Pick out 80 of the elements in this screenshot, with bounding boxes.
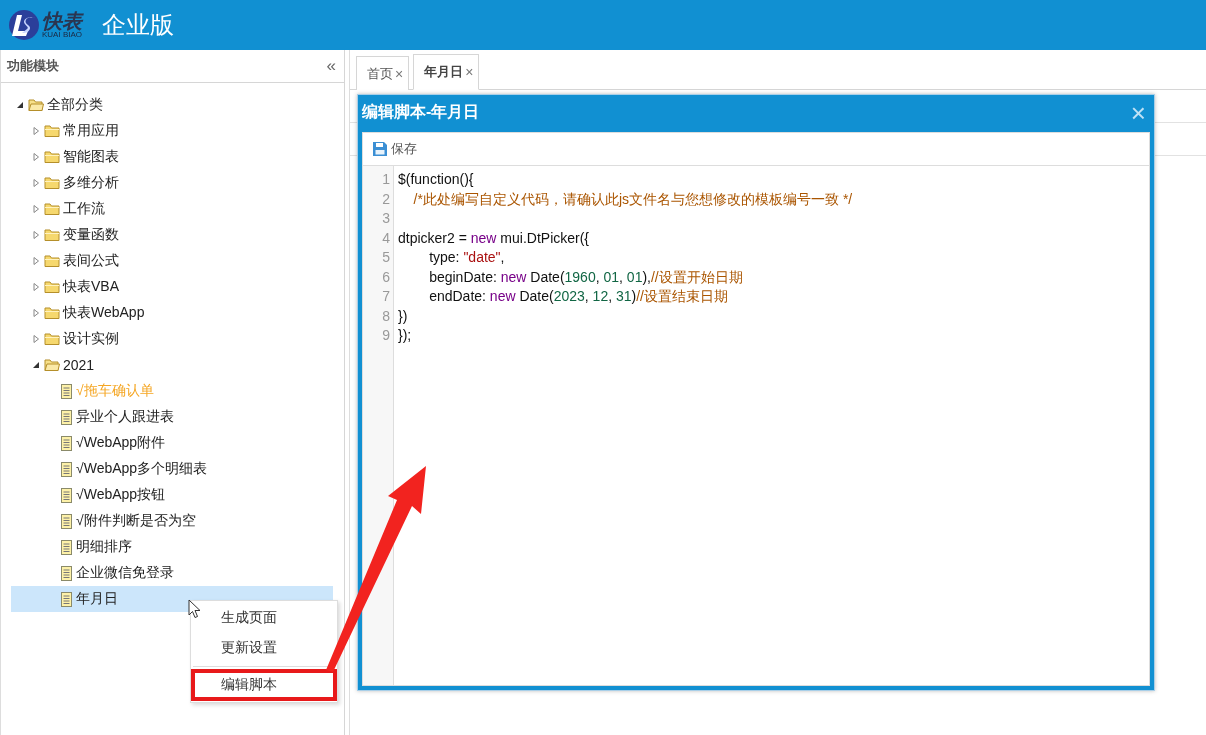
folder-icon (28, 98, 44, 112)
logo-subtext: KUAI BIAO (42, 31, 82, 39)
folder-icon (44, 202, 60, 216)
collapsed-triangle-icon[interactable] (31, 282, 41, 292)
collapsed-triangle-icon[interactable] (31, 126, 41, 136)
collapsed-triangle-icon[interactable] (31, 256, 41, 266)
collapse-button[interactable]: « (324, 56, 338, 76)
code-line: $(function(){ (398, 170, 475, 189)
line-number: 6 (381, 267, 391, 287)
tree-item[interactable]: 明细排序 (11, 534, 333, 560)
folder-icon (44, 254, 60, 268)
code-line: endDate: new Date(2023, 12, 31)//设置结束日期 (428, 287, 729, 306)
line-number: 7 (381, 287, 391, 306)
document-icon (60, 435, 73, 451)
code-line: type: "date", (428, 248, 506, 267)
tree-item[interactable]: √WebApp附件 (11, 430, 333, 456)
line-number: 9 (381, 326, 391, 345)
logo-text: 快表 (42, 11, 82, 31)
tree-item[interactable]: √WebApp多个明细表 (11, 456, 333, 482)
line-number: 3 (381, 209, 391, 228)
panel-title: 功能模块 (7, 57, 59, 75)
document-icon (60, 591, 73, 607)
tab[interactable]: 年月日× (413, 54, 480, 90)
document-icon (60, 383, 73, 399)
document-icon (60, 461, 73, 477)
document-icon (60, 487, 73, 503)
line-number: 2 (381, 189, 391, 209)
tree-item[interactable]: 快表VBA (11, 274, 333, 300)
tree-item[interactable]: 设计实例 (11, 326, 333, 352)
collapsed-triangle-icon[interactable] (31, 152, 41, 162)
logo-icon (8, 9, 40, 41)
tree-item[interactable]: 常用应用 (11, 118, 333, 144)
tree-item[interactable]: √WebApp按钮 (11, 482, 333, 508)
folder-icon (44, 358, 60, 372)
code-line: beginDate: new Date(1960, 01, 01),//设置开始日期 (428, 267, 744, 287)
tree-item[interactable]: 工作流 (11, 196, 333, 222)
expanded-triangle-icon[interactable] (15, 100, 25, 110)
folder-icon (44, 280, 60, 294)
menu-item[interactable]: 编辑脚本 (191, 669, 337, 701)
folder-icon (44, 332, 60, 346)
document-icon (60, 565, 73, 581)
tree-item[interactable]: 智能图表 (11, 144, 333, 170)
collapsed-triangle-icon[interactable] (31, 308, 41, 318)
document-icon (60, 409, 73, 425)
document-icon (60, 539, 73, 555)
dialog-title: 编辑脚本-年月日 (362, 102, 480, 122)
tree-item[interactable]: 异业个人跟进表 (11, 404, 333, 430)
code-line: /*此处编写自定义代码，请确认此js文件名与您想修改的模板编号一致 */ (412, 189, 854, 209)
folder-icon (44, 124, 60, 138)
code-line: dtpicker2 = new mui.DtPicker({ (398, 228, 591, 248)
save-button[interactable]: 保存 (371, 138, 419, 160)
collapsed-triangle-icon[interactable] (31, 178, 41, 188)
code-line: }); (398, 326, 413, 345)
collapsed-triangle-icon[interactable] (31, 334, 41, 344)
folder-icon (44, 306, 60, 320)
tree-item[interactable]: 变量函数 (11, 222, 333, 248)
line-number: 4 (381, 228, 391, 248)
tree-item[interactable]: 多维分析 (11, 170, 333, 196)
tree-item[interactable]: 全部分类 (11, 92, 333, 118)
collapsed-triangle-icon[interactable] (31, 204, 41, 214)
line-number: 1 (381, 170, 391, 189)
folder-icon (44, 228, 60, 242)
line-number: 5 (381, 248, 391, 267)
tree-item[interactable]: 2021 (11, 352, 333, 378)
menu-item[interactable]: 更新设置 (191, 633, 337, 663)
tree-item[interactable]: 快表WebApp (11, 300, 333, 326)
close-icon[interactable]: × (465, 64, 474, 80)
tab[interactable]: 首页× (356, 56, 410, 90)
document-icon (60, 513, 73, 529)
tree-item[interactable]: √附件判断是否为空 (11, 508, 333, 534)
collapsed-triangle-icon[interactable] (31, 230, 41, 240)
tree-item[interactable]: 表间公式 (11, 248, 333, 274)
folder-icon (44, 176, 60, 190)
folder-icon (44, 150, 60, 164)
tree-item[interactable]: 企业微信免登录 (11, 560, 333, 586)
line-number: 8 (381, 306, 391, 326)
code-line: }) (398, 306, 409, 326)
close-icon[interactable]: × (395, 65, 404, 82)
expanded-triangle-icon[interactable] (31, 360, 41, 370)
app-title: 企业版 (102, 10, 174, 40)
